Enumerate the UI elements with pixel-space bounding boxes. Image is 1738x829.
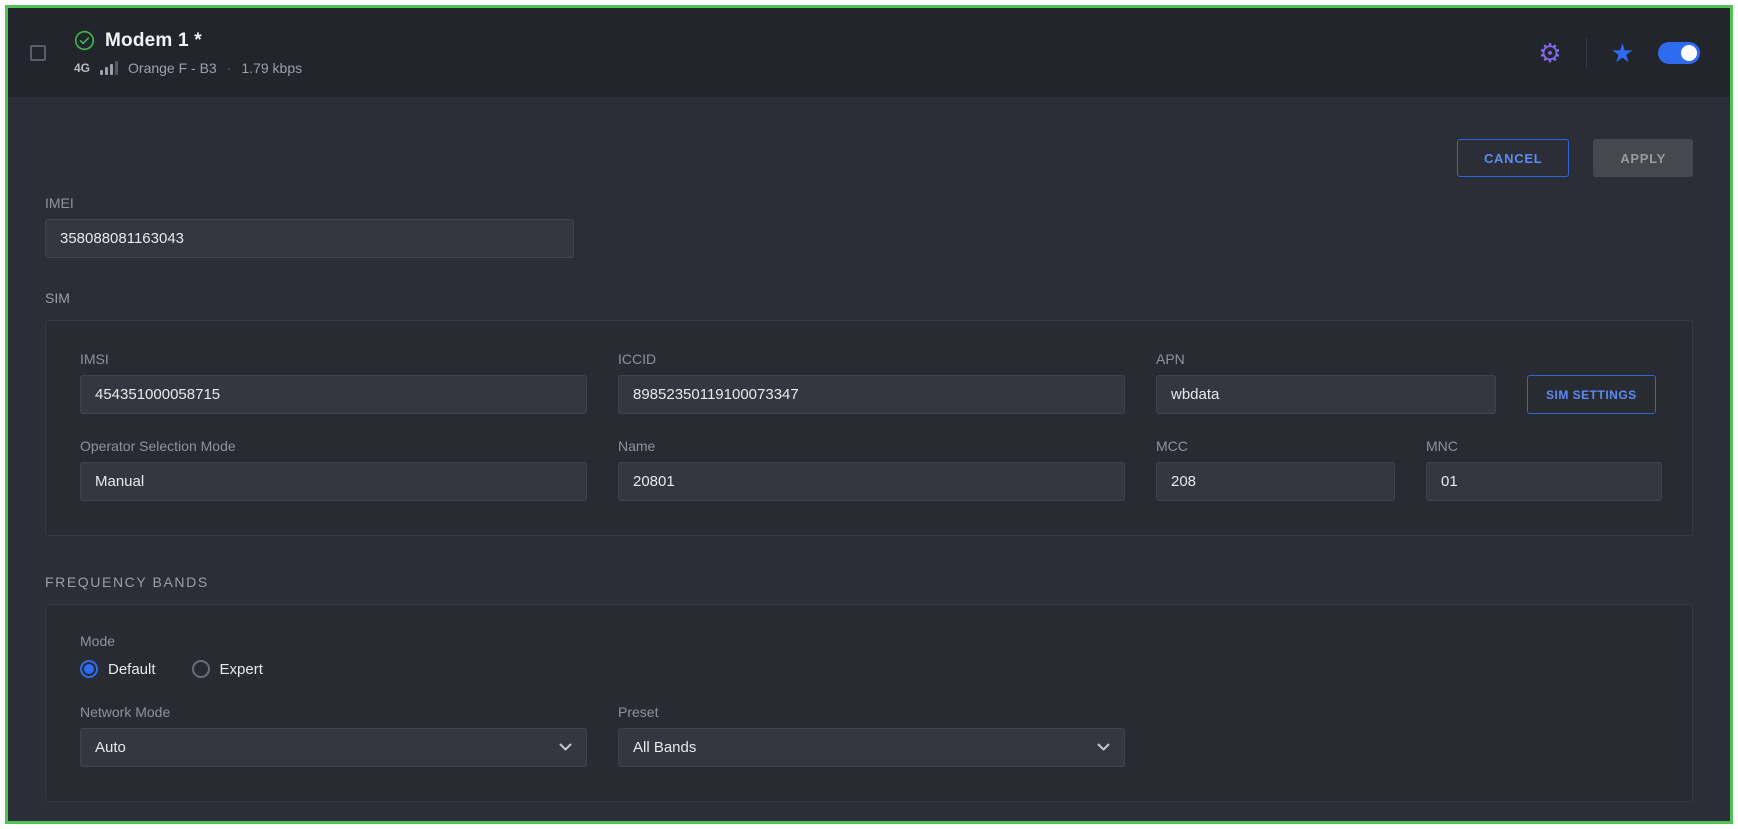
operator-selection-mode-label: Operator Selection Mode <box>80 438 587 454</box>
imsi-input[interactable] <box>80 375 587 414</box>
apn-input[interactable] <box>1156 375 1496 414</box>
status-ok-icon <box>74 30 95 51</box>
bands-fields-row: Network Mode Auto Preset All Bands <box>80 704 1658 767</box>
radio-default-label: Default <box>108 661 156 678</box>
radio-expert-icon <box>192 660 210 678</box>
mnc-label: MNC <box>1426 438 1662 454</box>
sim-settings-button-col: SIM SETTINGS <box>1527 351 1656 414</box>
iccid-input[interactable] <box>618 375 1125 414</box>
sim-row-2: Operator Selection Mode Name MCC MNC <box>80 438 1658 501</box>
apn-field: APN <box>1156 351 1496 414</box>
preset-field: Preset All Bands <box>618 704 1125 767</box>
imsi-label: IMSI <box>80 351 587 367</box>
modem-panel: Modem 1 * 4G Orange F - B3 · 1.79 kbps ⚙… <box>5 5 1733 824</box>
speed-label: 1.79 kbps <box>241 60 302 76</box>
network-mode-select[interactable]: Auto <box>80 728 587 767</box>
name-field: Name <box>618 438 1125 501</box>
radio-default-icon <box>80 660 98 678</box>
mcc-input[interactable] <box>1156 462 1395 501</box>
modem-settings-form: CANCEL APPLY IMEI SIM IMSI ICCID APN <box>8 139 1730 802</box>
imei-label: IMEI <box>45 195 574 211</box>
operator-selection-mode-input[interactable] <box>80 462 587 501</box>
mnc-field: MNC <box>1426 438 1662 501</box>
mnc-input[interactable] <box>1426 462 1662 501</box>
apn-label: APN <box>1156 351 1496 367</box>
name-input[interactable] <box>618 462 1125 501</box>
toggle-knob <box>1681 45 1697 61</box>
mode-radio-expert[interactable]: Expert <box>192 660 263 678</box>
chevron-down-icon <box>1097 743 1110 752</box>
apply-button[interactable]: APPLY <box>1593 139 1693 177</box>
operator-label: Orange F - B3 <box>128 60 217 76</box>
operator-selection-mode-field: Operator Selection Mode <box>80 438 587 501</box>
mode-radio-group: Default Expert <box>80 660 1658 678</box>
radio-expert-label: Expert <box>220 661 263 678</box>
sim-panel: IMSI ICCID APN SIM SETTINGS Operator Sel… <box>45 320 1693 536</box>
frequency-bands-panel: Mode Default Expert Network Mode <box>45 604 1693 802</box>
cancel-button[interactable]: CANCEL <box>1457 139 1569 177</box>
settings-gear-icon[interactable]: ⚙ <box>1538 40 1561 66</box>
form-actions: CANCEL APPLY <box>45 139 1693 177</box>
modem-enable-toggle[interactable] <box>1658 42 1700 64</box>
modem-header: Modem 1 * 4G Orange F - B3 · 1.79 kbps ⚙… <box>8 8 1730 97</box>
preset-select[interactable]: All Bands <box>618 728 1125 767</box>
preset-value: All Bands <box>633 739 696 756</box>
signal-strength-icon <box>100 61 118 75</box>
network-mode-value: Auto <box>95 739 126 756</box>
iccid-label: ICCID <box>618 351 1125 367</box>
frequency-bands-section-label: FREQUENCY BANDS <box>45 574 1693 590</box>
imei-input[interactable] <box>45 219 574 258</box>
mode-radio-default[interactable]: Default <box>80 660 156 678</box>
imsi-field: IMSI <box>80 351 587 414</box>
network-mode-field: Network Mode Auto <box>80 704 587 767</box>
header-right: ⚙ ★ <box>1538 38 1700 68</box>
title-block: Modem 1 * 4G Orange F - B3 · 1.79 kbps <box>74 30 302 76</box>
subtitle-separator: · <box>227 60 232 76</box>
title-row: Modem 1 * <box>74 30 302 52</box>
network-mode-label: Network Mode <box>80 704 587 720</box>
sim-row-1: IMSI ICCID APN SIM SETTINGS <box>80 351 1658 414</box>
favorite-star-icon[interactable]: ★ <box>1611 40 1634 66</box>
iccid-field: ICCID <box>618 351 1125 414</box>
header-left: Modem 1 * 4G Orange F - B3 · 1.79 kbps <box>30 30 302 76</box>
sim-section-label: SIM <box>45 290 1693 306</box>
modem-title: Modem 1 * <box>105 30 202 52</box>
preset-label: Preset <box>618 704 1125 720</box>
chevron-down-icon <box>559 743 572 752</box>
mcc-field: MCC <box>1156 438 1395 501</box>
mode-label: Mode <box>80 633 1658 649</box>
imei-field: IMEI <box>45 195 574 258</box>
subtitle-row: 4G Orange F - B3 · 1.79 kbps <box>74 60 302 76</box>
mode-group: Mode Default Expert <box>80 633 1658 678</box>
header-divider <box>1586 38 1587 68</box>
mcc-label: MCC <box>1156 438 1395 454</box>
sim-settings-button[interactable]: SIM SETTINGS <box>1527 375 1656 414</box>
modem-select-checkbox[interactable] <box>30 45 46 61</box>
network-type-label: 4G <box>74 61 90 75</box>
name-label: Name <box>618 438 1125 454</box>
